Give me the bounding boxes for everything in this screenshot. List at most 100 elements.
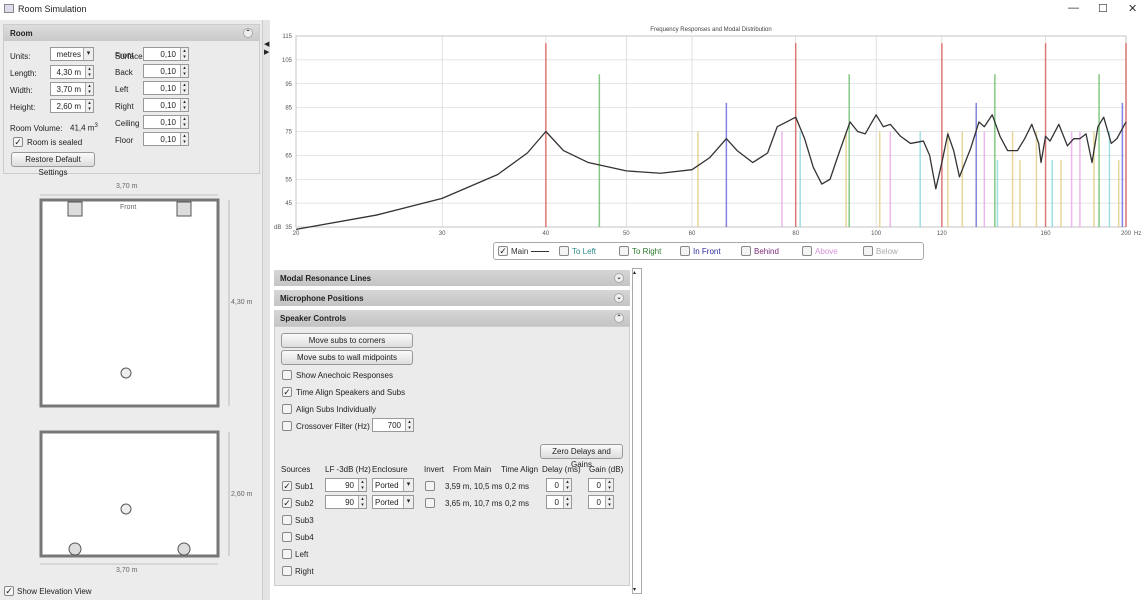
surface-absorption-input[interactable]: 0,10 ▴ ▾	[143, 132, 189, 146]
spinner-icon[interactable]: ▴ ▾	[605, 479, 613, 491]
room-header[interactable]: Room ⌃	[4, 25, 259, 41]
column-header: LF -3dB (Hz)	[325, 465, 371, 474]
spinner-icon[interactable]: ▴ ▾	[180, 116, 188, 128]
align-individually-checkbox[interactable]	[282, 404, 292, 414]
surface-absorption-input[interactable]: 0,10 ▴ ▾	[143, 64, 189, 78]
sealed-checkbox[interactable]: ✓	[13, 137, 23, 147]
anechoic-checkbox[interactable]	[282, 370, 292, 380]
legend-checkbox[interactable]: ✓	[498, 246, 508, 256]
width-input[interactable]: 3,70 m ▴ ▾	[50, 82, 94, 96]
source-checkbox[interactable]	[282, 566, 292, 576]
splitter-arrows-icon[interactable]: ◀ ▶	[264, 40, 269, 56]
lf-input[interactable]: 90 ▴ ▾	[325, 478, 367, 492]
minimize-button[interactable]: —	[1068, 2, 1079, 14]
spinner-icon[interactable]: ▴ ▾	[563, 479, 571, 491]
surface-label: Left	[115, 85, 129, 94]
chevron-down-icon[interactable]: ▾	[403, 496, 413, 508]
width-label: Width:	[10, 86, 33, 95]
microphone-icon[interactable]	[120, 367, 132, 379]
spinner-icon[interactable]: ▴ ▾	[180, 82, 188, 94]
invert-checkbox[interactable]	[425, 498, 435, 508]
spinner-icon[interactable]: ▴ ▾	[358, 496, 366, 508]
maximize-button[interactable]: ☐	[1098, 2, 1108, 15]
spinner-icon[interactable]: ▴ ▾	[563, 496, 571, 508]
expand-icon[interactable]: ⌄	[614, 293, 624, 303]
move-subs-corners-button[interactable]: Move subs to corners	[281, 333, 413, 348]
volume-label: Room Volume:	[10, 124, 63, 133]
surface-absorption-input[interactable]: 0,10 ▴ ▾	[143, 47, 189, 61]
invert-checkbox[interactable]	[425, 481, 435, 491]
legend-checkbox[interactable]	[741, 246, 751, 256]
restore-defaults-button[interactable]: Restore Default Settings	[11, 152, 95, 177]
spinner-icon[interactable]: ▴ ▾	[180, 65, 188, 77]
spinner-icon[interactable]: ▴ ▾	[85, 83, 93, 95]
source-checkbox[interactable]	[282, 549, 292, 559]
lf-input[interactable]: 90 ▴ ▾	[325, 495, 367, 509]
spinner-icon[interactable]: ▴ ▾	[358, 479, 366, 491]
plan-width-dim: 3,70 m	[116, 183, 138, 190]
enclosure-select[interactable]: Ported ▾	[372, 478, 414, 492]
crossover-checkbox[interactable]	[282, 421, 292, 431]
legend-label: To Left	[572, 247, 597, 256]
gain-input[interactable]: 0 ▴ ▾	[588, 495, 614, 509]
source-checkbox[interactable]: ✓	[282, 481, 292, 491]
crossover-label: Crossover Filter (Hz)	[296, 422, 370, 431]
time-align-checkbox[interactable]: ✓	[282, 387, 292, 397]
height-input[interactable]: 2,60 m ▴ ▾	[50, 99, 94, 113]
show-elevation-checkbox[interactable]: ✓	[4, 586, 14, 596]
source-name: Right	[295, 567, 314, 576]
delay-input[interactable]: 0 ▴ ▾	[546, 495, 572, 509]
enclosure-select[interactable]: Ported ▾	[372, 495, 414, 509]
legend-checkbox[interactable]	[863, 246, 873, 256]
sub2-elevation-icon[interactable]	[177, 542, 191, 556]
mic-positions-section[interactable]: Microphone Positions ⌄	[274, 290, 630, 306]
chevron-down-icon[interactable]: ▾	[83, 48, 93, 60]
spinner-icon[interactable]: ▴ ▾	[85, 100, 93, 112]
speaker-controls-section[interactable]: Speaker Controls ⌃	[274, 310, 630, 326]
time-align-value: 0,2 ms	[505, 499, 530, 508]
legend-checkbox[interactable]	[559, 246, 569, 256]
delay-input[interactable]: 0 ▴ ▾	[546, 478, 572, 492]
scroll-down-icon[interactable]: ▾	[633, 586, 636, 593]
spinner-icon[interactable]: ▴ ▾	[180, 133, 188, 145]
modal-lines-section[interactable]: Modal Resonance Lines ⌄	[274, 270, 630, 286]
chart-legend: ✓ Main To Left To Right In Front Behind …	[493, 242, 924, 260]
surface-absorption-input[interactable]: 0,10 ▴ ▾	[143, 81, 189, 95]
sub2-icon[interactable]	[176, 201, 192, 217]
crossover-input[interactable]: 700 ▴ ▾	[372, 418, 414, 432]
column-header: Delay (ms)	[542, 465, 581, 474]
title-bar: Room Simulation — ☐ ✕	[0, 0, 1148, 18]
surface-absorption-input[interactable]: 0,10 ▴ ▾	[143, 115, 189, 129]
collapse-icon[interactable]: ⌃	[243, 28, 253, 38]
splitter[interactable]: ◀ ▶	[262, 20, 270, 600]
legend-checkbox[interactable]	[619, 246, 629, 256]
sub1-elevation-icon[interactable]	[68, 542, 82, 556]
spinner-icon[interactable]: ▴ ▾	[85, 66, 93, 78]
surface-absorption-input[interactable]: 0,10 ▴ ▾	[143, 98, 189, 112]
scrollbar[interactable]: ▴ ▾	[632, 268, 642, 594]
source-checkbox[interactable]	[282, 515, 292, 525]
source-checkbox[interactable]: ✓	[282, 498, 292, 508]
spinner-icon[interactable]: ▴ ▾	[180, 99, 188, 111]
legend-checkbox[interactable]	[680, 246, 690, 256]
chart-title: Frequency Responses and Modal Distributi…	[650, 27, 771, 33]
source-name: Left	[295, 550, 309, 559]
chevron-down-icon[interactable]: ▾	[403, 479, 413, 491]
close-button[interactable]: ✕	[1128, 2, 1137, 15]
spinner-icon[interactable]: ▴ ▾	[605, 496, 613, 508]
legend-checkbox[interactable]	[802, 246, 812, 256]
collapse-icon[interactable]: ⌃	[614, 313, 624, 323]
spinner-icon[interactable]: ▴ ▾	[405, 419, 413, 431]
units-select[interactable]: metres ▾	[50, 47, 94, 61]
scroll-up-icon[interactable]: ▴	[633, 269, 636, 276]
microphone-elevation-icon[interactable]	[120, 503, 132, 515]
expand-icon[interactable]: ⌄	[614, 273, 624, 283]
length-input[interactable]: 4,30 m ▴ ▾	[50, 65, 94, 79]
source-checkbox[interactable]	[282, 532, 292, 542]
gain-input[interactable]: 0 ▴ ▾	[588, 478, 614, 492]
zero-delays-button[interactable]: Zero Delays and Gains	[540, 444, 623, 469]
sub1-icon[interactable]	[67, 201, 83, 217]
move-subs-midpoints-button[interactable]: Move subs to wall midpoints	[281, 350, 413, 365]
legend-label: Below	[876, 247, 898, 256]
spinner-icon[interactable]: ▴ ▾	[180, 48, 188, 60]
